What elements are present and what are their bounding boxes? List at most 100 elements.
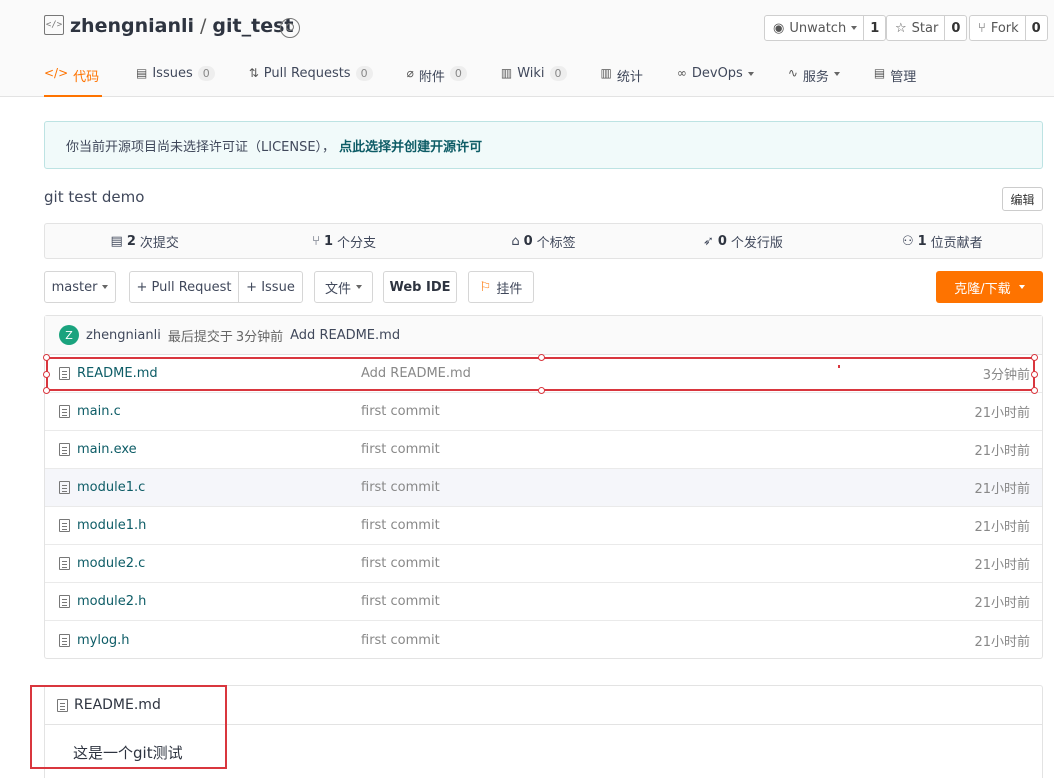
file-name[interactable]: main.c [77,404,121,419]
file-time: 21小时前 [974,444,1030,459]
file-commit-message[interactable]: first commit [361,594,440,609]
stat-label: 个分支 [337,235,377,251]
code-repo-icon: </> [44,15,64,35]
unwatch-button[interactable]: ◉ Unwatch [765,16,863,40]
fork-count[interactable]: 0 [1024,16,1047,40]
book-icon: ▥ [500,66,513,80]
file-icon [59,443,70,456]
tab-services[interactable]: ∿ 服务 [788,58,840,97]
repo-toolbar: master + Pull Request + Issue 文件 Web IDE… [44,271,1043,303]
fork-button[interactable]: ⑂ Fork [970,16,1025,40]
file-name[interactable]: README.md [77,366,158,381]
annotation-dot [838,365,840,368]
branch-label: master [51,279,98,295]
file-row-module1-c[interactable]: module1.c first commit 21小时前 [45,469,1042,507]
file-row-main-c[interactable]: main.c first commit 21小时前 [45,393,1042,431]
stat-count: 1 [917,233,927,249]
tab-devops[interactable]: ∞ DevOps [677,58,754,97]
repo-description: git test demo [44,188,145,206]
file-commit-message[interactable]: first commit [361,556,440,571]
file-row-main-exe[interactable]: main.exe first commit 21小时前 [45,431,1042,469]
branch-select[interactable]: master [44,271,116,303]
chevron-down-icon [356,285,362,289]
avatar[interactable]: Z [59,325,79,345]
file-icon [59,595,70,608]
chevron-down-icon [747,72,754,76]
file-commit-message[interactable]: first commit [361,633,440,648]
recommend-badge-icon[interactable] [280,18,300,38]
stat-releases[interactable]: ➶ 0 个发行版 [643,224,842,258]
issues-icon: ▤ [136,66,148,80]
file-name[interactable]: module1.c [77,480,145,495]
tab-manage[interactable]: ▤ 管理 [874,58,916,97]
chevron-down-icon [102,285,109,289]
tab-attachments[interactable]: ⌀ 附件 0 [407,58,467,97]
file-row-mylog-h[interactable]: mylog.h first commit 21小时前 [45,621,1042,659]
file-name[interactable]: module2.h [77,594,146,609]
file-commit-message[interactable]: first commit [361,518,440,533]
tab-issues[interactable]: ▤ Issues 0 [136,58,215,97]
commit-message[interactable]: Add README.md [290,328,400,343]
clone-download-button[interactable]: 克隆/下载 [936,271,1043,303]
star-icon: ☆ [895,20,907,36]
commit-author[interactable]: zhengnianli [86,328,161,343]
tab-wiki[interactable]: ▥ Wiki 0 [501,58,567,97]
file-commit-message[interactable]: first commit [361,480,440,495]
commit-meta: 最后提交于 [167,329,233,345]
stat-label: 位贡献者 [930,235,983,251]
stat-contributors[interactable]: ⚇ 1 位贡献者 [843,224,1042,258]
unwatch-label: Unwatch [789,20,847,36]
edit-description-button[interactable]: 编辑 [1002,187,1043,211]
repo-owner-link[interactable]: zhengnianli [70,15,194,37]
widget-label: 挂件 [496,281,523,297]
file-name[interactable]: mylog.h [77,633,130,648]
issue-button[interactable]: + Issue [238,271,303,303]
stat-branches[interactable]: ⑂ 1 个分支 [244,224,443,258]
file-commit-message[interactable]: first commit [361,404,440,419]
file-name[interactable]: main.exe [77,442,137,457]
file-name[interactable]: module1.h [77,518,146,533]
stat-label: 次提交 [139,235,179,251]
file-row-readme[interactable]: README.md Add README.md 3分钟前 [45,355,1042,393]
fork-icon: ⑂ [978,20,986,36]
stat-count: 0 [523,233,533,249]
file-commit-message[interactable]: first commit [361,442,440,457]
repo-stats-bar: ▤ 2 次提交 ⑂ 1 个分支 ⌂ 0 个标签 ➶ 0 个发行版 ⚇ 1 位贡献… [44,223,1043,259]
file-row-module1-h[interactable]: module1.h first commit 21小时前 [45,507,1042,545]
file-row-module2-c[interactable]: module2.c first commit 21小时前 [45,545,1042,583]
last-commit-bar: Z zhengnianli 最后提交于 3分钟前 Add README.md [45,316,1042,355]
tab-statistics[interactable]: ▥ 统计 [601,58,643,97]
pull-request-button[interactable]: + Pull Request [129,271,239,303]
tab-count: 0 [549,66,567,81]
file-name[interactable]: module2.c [77,556,145,571]
branch-icon: ⑂ [312,233,320,249]
watch-count[interactable]: 1 [863,16,885,40]
stat-label: 个标签 [536,235,576,251]
star-count[interactable]: 0 [944,16,966,40]
readme-header: README.md [45,686,1042,725]
pulse-icon: ∿ [787,66,798,80]
tab-pull-requests[interactable]: ⇅ Pull Requests 0 [249,58,373,97]
widget-button[interactable]: ⚐ 挂件 [468,271,534,303]
star-button[interactable]: ☆ Star [887,16,944,40]
manage-icon: ▤ [873,66,886,80]
file-time: 21小时前 [974,558,1030,573]
clone-label: 克隆/下载 [954,281,1011,297]
file-commit-message[interactable]: Add README.md [361,366,471,381]
stat-label: 个发行版 [730,235,783,251]
tag-icon: ⌂ [511,233,520,249]
file-row-module2-h[interactable]: module2.h first commit 21小时前 [45,583,1042,621]
create-license-link[interactable]: 点此选择并创建开源许可 [339,136,482,155]
chevron-down-icon [1018,285,1025,289]
tab-code[interactable]: </> 代码 [44,58,102,97]
commit-icon: ▤ [110,233,123,249]
contributors-icon: ⚇ [901,233,914,249]
stat-tags[interactable]: ⌂ 0 个标签 [444,224,643,258]
tab-label: 统计 [616,70,643,85]
web-ide-button[interactable]: Web IDE [383,271,457,303]
stat-commits[interactable]: ▤ 2 次提交 [45,224,244,258]
tab-label: 代码 [73,70,100,85]
chevron-down-icon [851,26,858,30]
file-icon [59,405,70,418]
files-dropdown[interactable]: 文件 [314,271,373,303]
